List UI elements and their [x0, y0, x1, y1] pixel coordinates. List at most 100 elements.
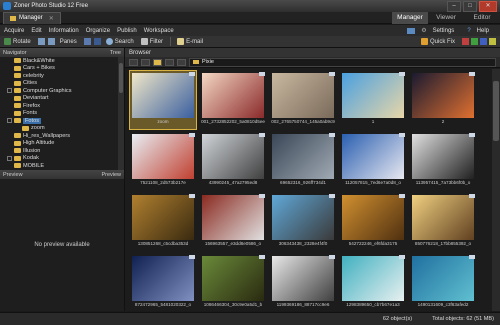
scrollbar-thumb[interactable]	[493, 81, 499, 141]
thumbnail[interactable]: 001_2732852202_5a0810d5ee	[200, 71, 266, 129]
help-button[interactable]: Help	[477, 28, 489, 34]
panes-icon[interactable]	[83, 38, 91, 45]
color-swatch-icon[interactable]	[480, 38, 487, 45]
menu-workspace[interactable]: Workspace	[144, 28, 174, 34]
thumbnail-image	[272, 73, 334, 118]
menu-information[interactable]: Information	[49, 28, 79, 34]
expand-icon[interactable]	[7, 88, 12, 94]
thumbnail[interactable]: 002_2765750744_145a0ab9c9	[270, 71, 336, 129]
browser-scrollbar[interactable]	[492, 69, 500, 311]
tree-item[interactable]: Illusion	[0, 147, 124, 155]
maximize-button[interactable]: □	[463, 0, 477, 12]
scrollbar-thumb[interactable]	[119, 63, 123, 93]
thumbnail[interactable]: 850776218_17bb855392_o	[410, 193, 476, 251]
tree-scrollbar[interactable]	[118, 57, 124, 170]
thumbnail-caption: 113957415_7a73bb6f0b_o	[415, 180, 471, 185]
thumbnail-image	[412, 195, 474, 240]
path-field[interactable]: Pixie	[189, 57, 496, 67]
rotate-icon	[4, 38, 11, 45]
thumbnail[interactable]: 2	[410, 71, 476, 129]
thumbnail-image	[342, 256, 404, 301]
close-tab-icon[interactable]: ✕	[49, 15, 54, 22]
tree-item[interactable]: zoom	[0, 125, 124, 133]
menu-publish[interactable]: Publish	[117, 28, 137, 34]
mode-tab-manager[interactable]: Manager	[392, 11, 428, 24]
tree-item[interactable]: Hi_res_Wallpapers	[0, 132, 124, 140]
thumbnail[interactable]: 306343438_2328e4f4f0	[270, 193, 336, 251]
rotate-button[interactable]: Rotate	[4, 38, 31, 45]
thumbnail[interactable]: 113957415_7a73bb6f0b_o	[410, 132, 476, 190]
thumbnail-grid: zoom 001_2732852202_5a0810d5ee 002_2765750…	[127, 69, 489, 311]
thumbnail[interactable]: 542722246_ef6fda3175	[340, 193, 406, 251]
thumbnail[interactable]: zoom	[129, 70, 197, 130]
search-button[interactable]: Search	[105, 38, 134, 45]
tab-manager[interactable]: Manager ✕	[3, 11, 61, 24]
forward-button[interactable]	[141, 58, 150, 66]
thumbnail-caption: 1086466304_30c9e0a5d1_b	[203, 302, 263, 307]
layout-icon[interactable]	[407, 27, 416, 34]
thumbnail[interactable]: 1086466304_30c9e0a5d1_b	[200, 254, 266, 312]
folder-icon	[14, 73, 21, 79]
email-button[interactable]: E-mail	[177, 38, 203, 45]
thumbnail[interactable]: 1	[340, 71, 406, 129]
preview-title: Preview	[3, 171, 23, 178]
panes-split-icon[interactable]	[93, 38, 101, 45]
sort-button[interactable]	[177, 58, 186, 66]
thumbnail[interactable]: 7521108_2d573b217e	[130, 132, 196, 190]
settings-button[interactable]: Settings	[433, 28, 455, 34]
file-type-icon	[399, 255, 405, 259]
navigator-view-dropdown[interactable]: Tree	[110, 50, 121, 56]
color-swatch-icon[interactable]	[462, 38, 469, 45]
close-button[interactable]: ✕	[479, 0, 497, 12]
view-mode-button[interactable]	[165, 58, 174, 66]
tree-item[interactable]: Black&White	[0, 57, 124, 65]
file-type-icon	[469, 133, 475, 137]
tree-item-selected[interactable]: Fotos	[0, 117, 124, 125]
file-type-icon	[329, 133, 335, 137]
thumbnail[interactable]: 156963557_e3dd8e0586_o	[200, 193, 266, 251]
thumbnail-image	[202, 256, 264, 301]
thumbnail[interactable]: 1298389650_cb7b67e1a3	[340, 254, 406, 312]
color-swatch-icon[interactable]	[489, 38, 496, 45]
tree-item[interactable]: Firefox	[0, 102, 124, 110]
menu-acquire[interactable]: Acquire	[4, 28, 24, 34]
mode-tab-editor[interactable]: Editor	[464, 12, 500, 24]
thumbnail[interactable]: 69652316_926ff734d1	[270, 132, 336, 190]
filter-button[interactable]: Filter	[140, 38, 163, 45]
folder-icon	[14, 110, 21, 116]
thumbnail[interactable]: 43990245_47a2795ed8	[200, 132, 266, 190]
browser-panel: Browser Pixie zoom 001_2732852202_5a0810d…	[125, 48, 500, 311]
up-folder-button[interactable]	[153, 58, 162, 66]
tree-item[interactable]: High Altitude	[0, 140, 124, 148]
panes-button[interactable]: Panes	[60, 39, 77, 45]
file-type-icon	[259, 133, 265, 137]
preview-menu[interactable]: Preview	[101, 172, 121, 178]
color-swatch-icon[interactable]	[471, 38, 478, 45]
tree-item[interactable]: Fonts	[0, 110, 124, 118]
tree-item[interactable]: Cities	[0, 80, 124, 88]
thumbnail[interactable]: 112057815_7ed6e7a0d8_o	[340, 132, 406, 190]
menu-organize[interactable]: Organize	[86, 28, 110, 34]
thumbnail[interactable]: 872472965_5481020322_o	[130, 254, 196, 312]
thumbnail[interactable]: 130851268_c5cdba353d	[130, 193, 196, 251]
tree-item[interactable]: MOBILE	[0, 162, 124, 170]
back-button[interactable]	[129, 58, 138, 66]
tree-item[interactable]: Cars + Bikes	[0, 65, 124, 73]
tree-item[interactable]: Kodak	[0, 155, 124, 163]
tree-item[interactable]: celebrity	[0, 72, 124, 80]
tree-item[interactable]: Computer Graphics	[0, 87, 124, 95]
rotate-right-icon[interactable]	[47, 38, 55, 45]
thumbnail-image	[412, 256, 474, 301]
rotate-left-icon[interactable]	[37, 38, 45, 45]
mode-tab-viewer[interactable]: Viewer	[428, 12, 464, 24]
window-title: Zoner Photo Studio 12 Free	[14, 3, 89, 9]
tree-item[interactable]: Deviantart	[0, 95, 124, 103]
quickfix-button[interactable]: Quick Fix	[420, 38, 455, 45]
minimize-button[interactable]: –	[447, 0, 461, 12]
thumbnail[interactable]: 1199369186_88717cc9e6	[270, 254, 336, 312]
thumbnail-caption: 542722246_ef6fda3175	[348, 241, 398, 246]
thumbnail[interactable]: 1490131609_c3f63afed2	[410, 254, 476, 312]
expand-icon[interactable]	[7, 155, 12, 161]
expand-icon[interactable]	[7, 118, 12, 124]
menu-edit[interactable]: Edit	[31, 28, 41, 34]
